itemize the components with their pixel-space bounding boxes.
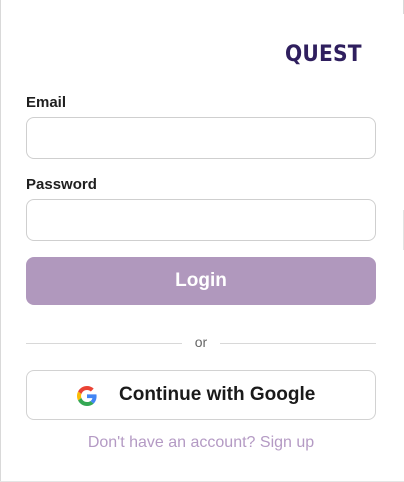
continue-with-google-button[interactable]: Continue with Google xyxy=(26,370,376,420)
password-label: Password xyxy=(26,176,97,193)
divider-line-right xyxy=(220,343,376,344)
login-button[interactable]: Login xyxy=(26,257,376,305)
google-icon xyxy=(77,386,97,406)
password-field[interactable] xyxy=(26,199,376,241)
login-window: QUEST Email Password Login or Continue w… xyxy=(0,0,404,482)
quest-logo: QUEST xyxy=(285,42,362,67)
email-field[interactable] xyxy=(26,117,376,159)
divider-line-left xyxy=(26,343,182,344)
window-edge xyxy=(0,0,1,482)
email-label: Email xyxy=(26,94,67,111)
signup-link[interactable]: Don't have an account? Sign up xyxy=(0,434,402,452)
google-button-label: Continue with Google xyxy=(119,384,316,405)
divider-or-text: or xyxy=(194,334,208,350)
